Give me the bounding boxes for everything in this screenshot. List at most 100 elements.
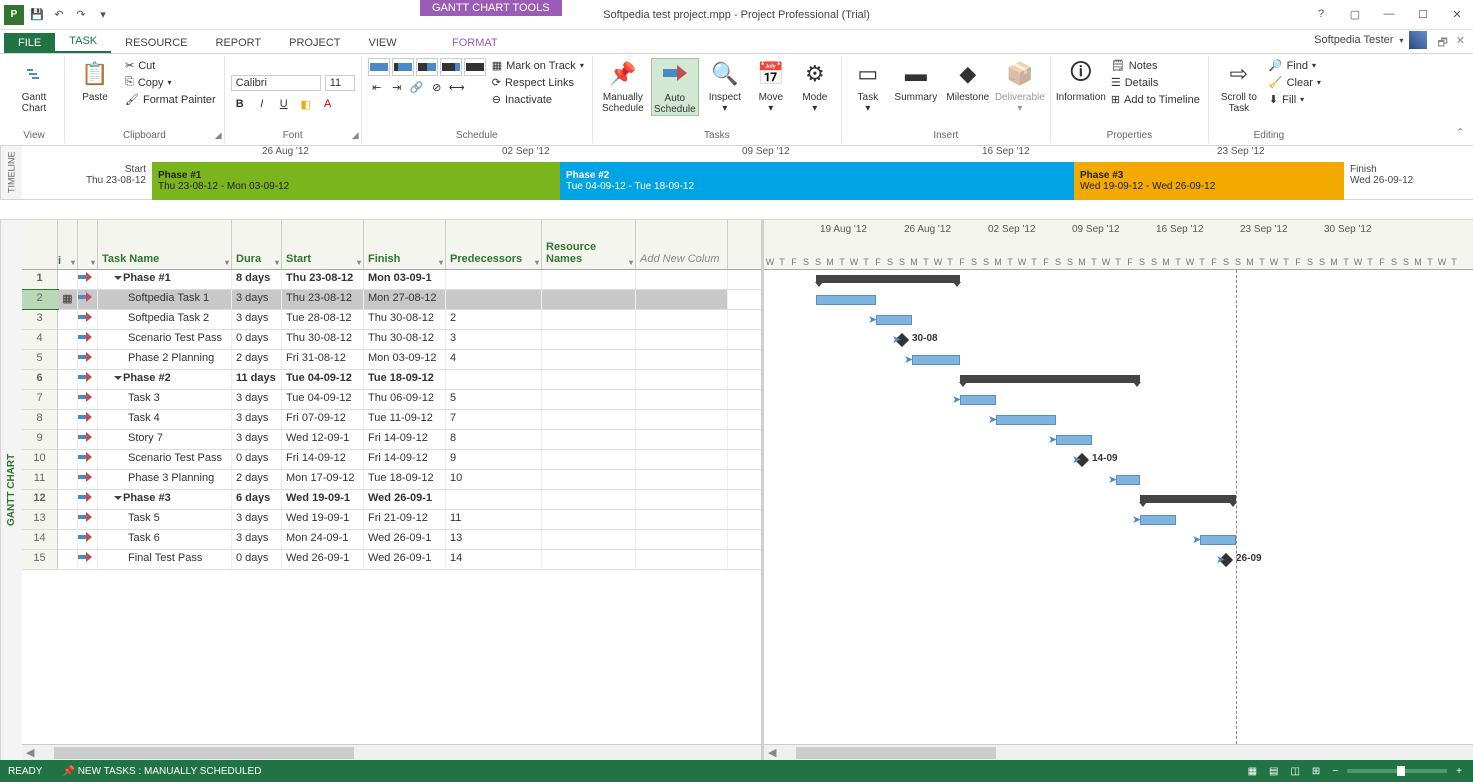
cell-finish[interactable]: Mon 03-09-1 <box>364 270 446 289</box>
cell-add[interactable] <box>636 350 728 369</box>
timeline-phase-1[interactable]: Phase #1 Thu 23-08-12 - Mon 03-09-12 <box>152 162 560 200</box>
cell-resource[interactable] <box>542 430 636 449</box>
cell-add[interactable] <box>636 410 728 429</box>
clear-button[interactable]: 🧹Clear▾ <box>1267 75 1323 90</box>
task-bar[interactable] <box>1116 475 1140 485</box>
row-number[interactable]: 5 <box>22 350 58 369</box>
cell-task-name[interactable]: Story 7 <box>98 430 232 449</box>
cell-mode[interactable] <box>78 350 98 369</box>
cell-add[interactable] <box>636 450 728 469</box>
cell-indicator[interactable] <box>58 450 78 469</box>
cell-task-name[interactable]: Scenario Test Pass <box>98 450 232 469</box>
cell-add[interactable] <box>636 550 728 569</box>
cell-resource[interactable] <box>542 270 636 289</box>
cell-add[interactable] <box>636 470 728 489</box>
cell-task-name[interactable]: Scenario Test Pass <box>98 330 232 349</box>
table-row[interactable]: 15Final Test Pass0 daysWed 26-09-1Wed 26… <box>22 550 761 570</box>
cell-indicator[interactable] <box>58 430 78 449</box>
cell-mode[interactable] <box>78 450 98 469</box>
cell-indicator[interactable] <box>58 410 78 429</box>
cell-duration[interactable]: 0 days <box>232 550 282 569</box>
chart-scroll-h[interactable]: ◀ <box>764 744 1473 760</box>
cell-task-name[interactable]: Phase 2 Planning <box>98 350 232 369</box>
mode-button[interactable]: ⚙ Mode▾ <box>795 58 835 114</box>
cell-indicator[interactable] <box>58 270 78 289</box>
cell-indicator[interactable] <box>58 470 78 489</box>
cell-finish[interactable]: Mon 27-08-12 <box>364 290 446 309</box>
cell-task-name[interactable]: Softpedia Task 1 <box>98 290 232 309</box>
task-bar[interactable] <box>960 395 996 405</box>
cell-finish[interactable]: Thu 30-08-12 <box>364 310 446 329</box>
milestone-button[interactable]: ◆ Milestone <box>944 58 992 103</box>
scroll-to-task-button[interactable]: ⇨ Scroll to Task <box>1215 58 1263 114</box>
tab-report[interactable]: REPORT <box>202 33 276 53</box>
view-shortcut-2-icon[interactable]: ▤ <box>1266 766 1281 777</box>
table-row[interactable]: 10Scenario Test Pass0 daysFri 14-09-12Fr… <box>22 450 761 470</box>
zoom-out-icon[interactable]: − <box>1329 766 1341 777</box>
table-row[interactable]: 11Phase 3 Planning2 daysMon 17-09-12Tue … <box>22 470 761 490</box>
cell-start[interactable]: Thu 23-08-12 <box>282 290 364 309</box>
row-number[interactable]: 6 <box>22 370 58 389</box>
deliverable-button[interactable]: 📦 Deliverable▾ <box>996 58 1044 114</box>
cell-duration[interactable]: 3 days <box>232 310 282 329</box>
cell-add[interactable] <box>636 390 728 409</box>
unlink-button[interactable]: ⊘ <box>428 78 446 96</box>
mdi-restore-icon[interactable]: 🗗 <box>1437 34 1447 53</box>
cell-duration[interactable]: 0 days <box>232 450 282 469</box>
timeline-phase-3[interactable]: Phase #3 Wed 19-09-12 - Wed 26-09-12 <box>1074 162 1344 200</box>
help-icon[interactable]: ? <box>1309 8 1333 21</box>
cell-finish[interactable]: Tue 18-09-12 <box>364 470 446 489</box>
minimize-icon[interactable]: — <box>1377 8 1401 21</box>
task-bar[interactable] <box>1200 535 1236 545</box>
view-shortcut-1-icon[interactable]: ▦ <box>1245 766 1260 777</box>
col-indicators[interactable]: i▾ <box>58 220 78 269</box>
cell-resource[interactable] <box>542 530 636 549</box>
cell-task-name[interactable]: Task 5 <box>98 510 232 529</box>
col-mode[interactable]: ▾ <box>78 220 98 269</box>
table-row[interactable]: 13Task 53 daysWed 19-09-1Fri 21-09-1211 <box>22 510 761 530</box>
font-name-combo[interactable]: Calibri <box>231 75 321 91</box>
tab-view[interactable]: VIEW <box>354 33 410 53</box>
col-add-new[interactable]: Add New Colum <box>636 220 728 269</box>
cell-predecessors[interactable]: 13 <box>446 530 542 549</box>
cell-finish[interactable]: Fri 14-09-12 <box>364 450 446 469</box>
cell-task-name[interactable]: Phase 3 Planning <box>98 470 232 489</box>
cell-finish[interactable]: Wed 26-09-1 <box>364 490 446 509</box>
tab-project[interactable]: PROJECT <box>275 33 354 53</box>
cell-task-name[interactable]: Final Test Pass <box>98 550 232 569</box>
cell-mode[interactable] <box>78 430 98 449</box>
split-button[interactable]: ⟷ <box>448 78 466 96</box>
cell-finish[interactable]: Wed 26-09-1 <box>364 530 446 549</box>
cell-duration[interactable]: 3 days <box>232 290 282 309</box>
cell-mode[interactable] <box>78 270 98 289</box>
row-number[interactable]: 8 <box>22 410 58 429</box>
cell-start[interactable]: Wed 19-09-1 <box>282 510 364 529</box>
cell-mode[interactable] <box>78 470 98 489</box>
cell-resource[interactable] <box>542 350 636 369</box>
cell-task-name[interactable]: Softpedia Task 2 <box>98 310 232 329</box>
cell-mode[interactable] <box>78 490 98 509</box>
cell-indicator[interactable] <box>58 330 78 349</box>
cell-finish[interactable]: Thu 30-08-12 <box>364 330 446 349</box>
manually-schedule-button[interactable]: 📌 Manually Schedule <box>599 58 647 114</box>
cell-task-name[interactable]: Task 4 <box>98 410 232 429</box>
cell-duration[interactable]: 0 days <box>232 330 282 349</box>
cell-task-name[interactable]: Task 6 <box>98 530 232 549</box>
cell-start[interactable]: Thu 30-08-12 <box>282 330 364 349</box>
qat-dropdown-icon[interactable]: ▾ <box>94 6 112 24</box>
clipboard-launcher-icon[interactable]: ◢ <box>215 130 222 141</box>
task-bar[interactable] <box>1140 515 1176 525</box>
cell-indicator[interactable] <box>58 550 78 569</box>
table-row[interactable]: 12Phase #36 daysWed 19-09-1Wed 26-09-1 <box>22 490 761 510</box>
cell-duration[interactable]: 3 days <box>232 530 282 549</box>
pct-100-button[interactable] <box>464 58 486 76</box>
cell-mode[interactable] <box>78 530 98 549</box>
row-number[interactable]: 4 <box>22 330 58 349</box>
cell-start[interactable]: Fri 14-09-12 <box>282 450 364 469</box>
row-number[interactable]: 7 <box>22 390 58 409</box>
task-bar[interactable] <box>996 415 1056 425</box>
cell-finish[interactable]: Fri 21-09-12 <box>364 510 446 529</box>
row-number[interactable]: 12 <box>22 490 58 509</box>
auto-schedule-button[interactable]: Auto Schedule <box>651 58 699 116</box>
cell-add[interactable] <box>636 290 728 309</box>
